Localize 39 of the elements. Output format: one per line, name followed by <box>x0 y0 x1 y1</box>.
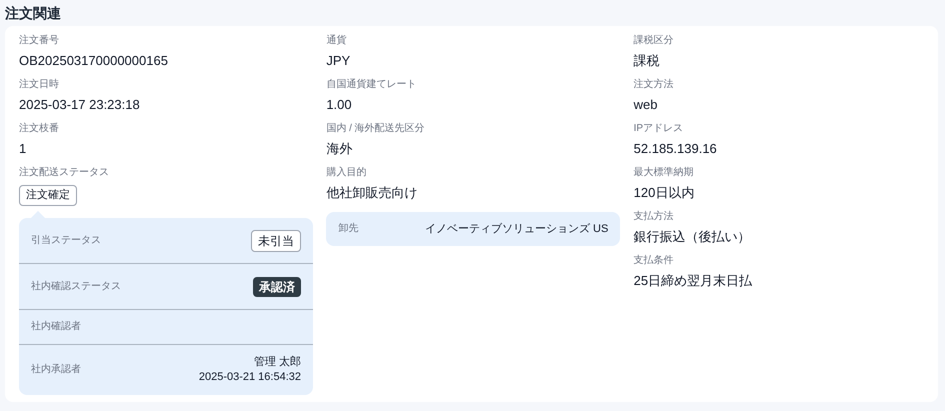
field-label: 最大標準納期 <box>634 166 695 180</box>
field-value: 1.00 <box>326 96 353 114</box>
field-value: 海外 <box>326 140 354 158</box>
status-badge: 承認済 <box>253 276 301 296</box>
field-label: 注文方法 <box>634 78 675 92</box>
panel-label: 社内承認者 <box>31 363 81 377</box>
field-label: IPアドレス <box>634 122 684 136</box>
panel-label: 引当ステータス <box>31 234 101 248</box>
field-value: 1 <box>19 140 28 158</box>
field-value: OB202503170000000165 <box>19 52 169 70</box>
panel-label: 卸先 <box>338 222 358 236</box>
field-value: 120日以内 <box>634 184 696 202</box>
field-label: 注文番号 <box>19 34 60 48</box>
field-value: 52.185.139.16 <box>634 140 718 158</box>
field-value: JPY <box>326 52 352 70</box>
field-value: 他社卸販売向け <box>326 184 418 202</box>
field-label: 国内 / 海外配送先区分 <box>326 122 426 136</box>
field-label: 自国通貨建てレート <box>326 78 418 92</box>
panel-label: 社内確認ステータス <box>31 280 121 294</box>
field-label: 注文日時 <box>19 78 60 92</box>
field-value: 25日締め翌月末日払 <box>634 272 754 290</box>
field-label: 課税区分 <box>634 34 675 48</box>
field-label: 注文配送ステータス <box>19 166 109 180</box>
panel-value: イノベーティブソリューションズ US <box>424 222 608 236</box>
field-value: 課税 <box>634 52 661 70</box>
field-value: 2025-03-17 23:23:18 <box>19 96 141 114</box>
section-title: 注文関連 <box>4 4 62 23</box>
approver-text: 2025-03-21 16:54:32 <box>198 370 301 385</box>
field-label: 支払方法 <box>634 210 675 224</box>
field-value: web <box>634 96 659 114</box>
field-label: 支払条件 <box>634 254 675 268</box>
approver-text: 管理 太郎 <box>254 355 301 370</box>
field-label: 通貨 <box>326 34 348 48</box>
panel-label: 社内確認者 <box>31 320 81 334</box>
field-label: 注文枝番 <box>19 122 60 136</box>
field-value: 銀行振込（後払い） <box>634 228 752 246</box>
field-label: 購入目的 <box>326 166 368 180</box>
status-badge: 注文確定 <box>19 185 77 206</box>
status-badge: 未引当 <box>251 230 301 252</box>
